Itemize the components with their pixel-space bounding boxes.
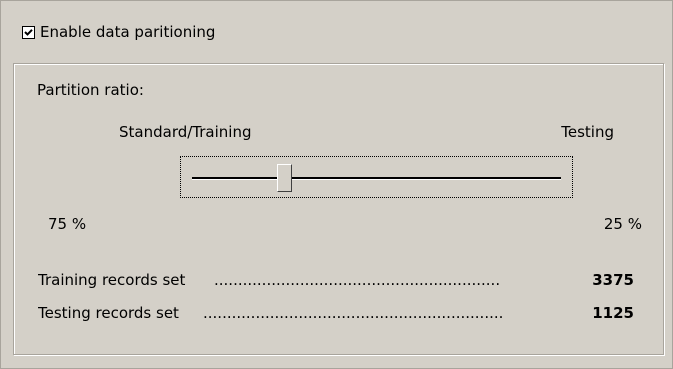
data-partition-panel: Enable data paritioning Partition ratio:… [0,0,673,369]
training-records-label: Training records set [38,271,186,289]
enable-partitioning-checkbox[interactable] [22,25,35,39]
enable-partitioning-label[interactable]: Enable data paritioning [40,22,215,42]
slider-track[interactable] [192,177,561,180]
testing-records-label: Testing records set [38,304,179,322]
check-icon [24,28,33,36]
training-records-value: 3375 [588,271,634,289]
testing-records-leader: ........................................… [203,304,504,322]
testing-records-row: Testing records set ....................… [38,304,634,322]
partition-ratio-slider[interactable] [180,156,573,198]
partition-ratio-group: Partition ratio: Standard/Training Testi… [13,63,664,355]
slider-thumb[interactable] [277,164,293,192]
training-records-leader: ........................................… [214,271,501,289]
testing-percent: 25 % [603,215,642,233]
standard-training-label: Standard/Training [119,123,252,141]
training-records-row: Training records set ...................… [38,271,634,289]
testing-label: Testing [561,123,614,141]
enable-partitioning-row[interactable]: Enable data paritioning [22,22,215,42]
partition-ratio-title: Partition ratio: [37,81,144,99]
training-percent: 75 % [48,215,87,233]
testing-records-value: 1125 [588,304,634,322]
